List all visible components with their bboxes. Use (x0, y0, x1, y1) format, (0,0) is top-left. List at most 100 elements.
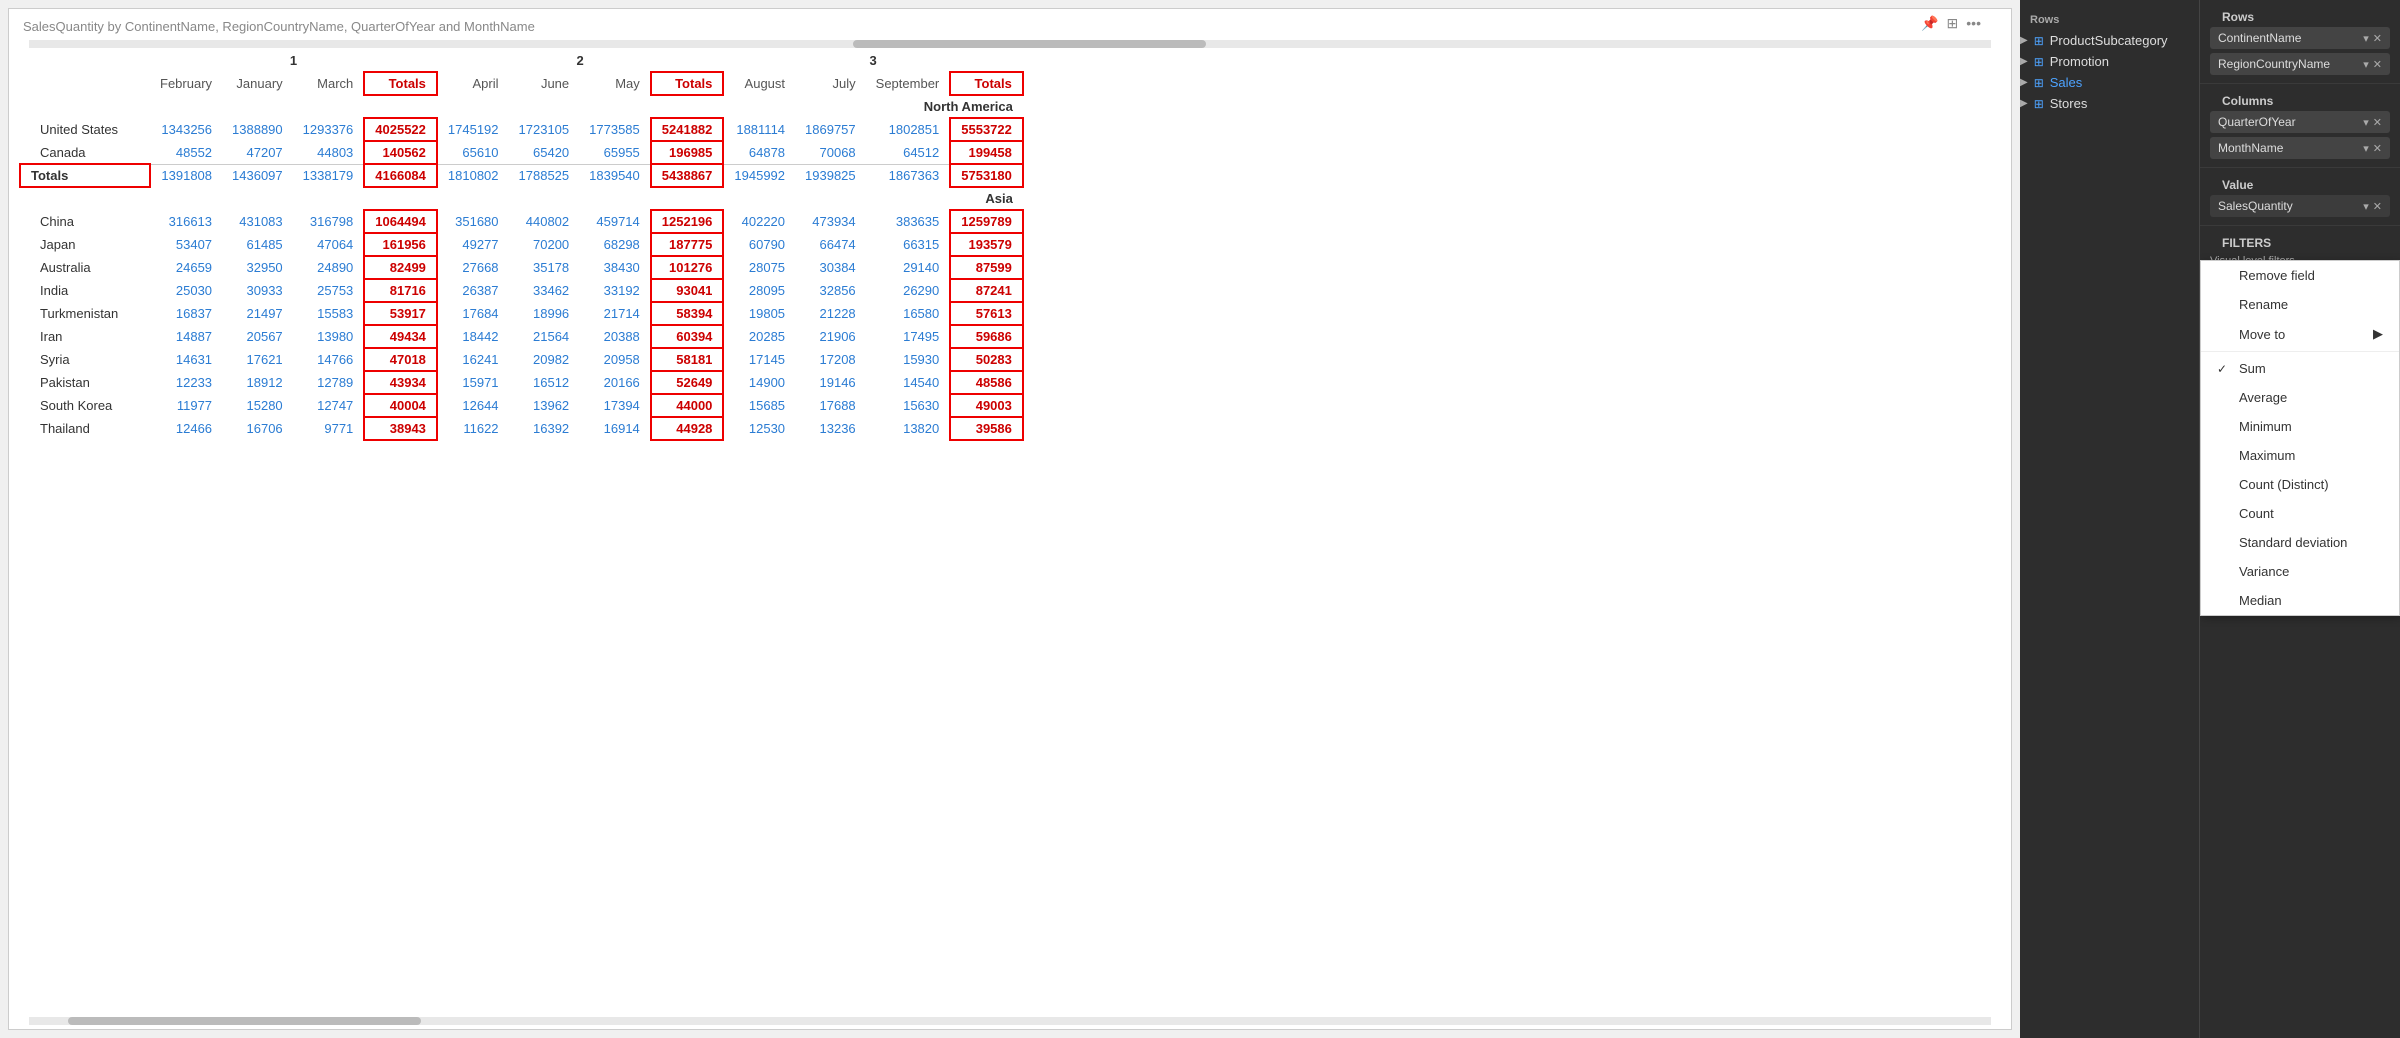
quarter-remove-icon[interactable]: ✕ (2373, 116, 2382, 129)
table-row: Turkmenistan1683721497155835391717684189… (20, 302, 1023, 325)
cell-q1-1: 431083 (222, 210, 293, 233)
cell-q3-2: 15630 (866, 394, 951, 417)
menu-item-label: Standard deviation (2239, 535, 2347, 550)
menu-item-label: Maximum (2239, 448, 2295, 463)
cell-q1-1: 32950 (222, 256, 293, 279)
quarter-of-year-pill[interactable]: QuarterOfYear ▾ ✕ (2210, 111, 2390, 133)
field-config-panel: Rows ContinentName ▾ ✕ RegionCountryName… (2200, 0, 2400, 1038)
col-may: May (579, 72, 651, 95)
context-menu-item-count[interactable]: Count (2201, 499, 2399, 528)
totals-q2-total: 5438867 (651, 164, 724, 187)
row-label: India (20, 279, 150, 302)
sales-quantity-label: SalesQuantity (2218, 199, 2293, 213)
context-menu-item-remove-field[interactable]: Remove field (2201, 261, 2399, 290)
col-q3-totals: Totals (950, 72, 1023, 95)
cell-q1-total: 81716 (364, 279, 437, 302)
context-menu: Remove field Rename Move to ▶ ✓ Sum Aver… (2200, 260, 2400, 616)
expand-icon[interactable]: ⊞ (1947, 15, 1959, 32)
salesqty-dropdown-icon[interactable]: ▾ (2363, 200, 2369, 213)
menu-item-label: Rename (2239, 297, 2288, 312)
table-row: Australia2465932950248908249927668351783… (20, 256, 1023, 279)
cell-q2-1: 16512 (509, 371, 580, 394)
col-apr: April (437, 72, 509, 95)
region-remove-icon[interactable]: ✕ (2373, 58, 2382, 71)
row-label: Australia (20, 256, 150, 279)
cell-q2-0: 18442 (437, 325, 509, 348)
totals-q1-2: 1338179 (293, 164, 365, 187)
month-name-pill[interactable]: MonthName ▾ ✕ (2210, 137, 2390, 159)
cell-q3-1: 473934 (795, 210, 866, 233)
cell-q3-1: 21228 (795, 302, 866, 325)
cell-q2-total: 5241882 (651, 118, 724, 141)
region-country-pill[interactable]: RegionCountryName ▾ ✕ (2210, 53, 2390, 75)
cell-q1-0: 14887 (150, 325, 222, 348)
continent-remove-icon[interactable]: ✕ (2373, 32, 2382, 45)
menu-item-label: Sum (2239, 361, 2266, 376)
cell-q1-2: 14766 (293, 348, 365, 371)
cell-q1-total: 140562 (364, 141, 437, 164)
cell-q2-1: 20982 (509, 348, 580, 371)
region-dropdown-icon[interactable]: ▾ (2363, 58, 2369, 71)
cell-q3-total: 57613 (950, 302, 1023, 325)
cell-q3-total: 49003 (950, 394, 1023, 417)
cell-q3-0: 1881114 (723, 118, 795, 141)
tree-item-stores[interactable]: ▶ ⊞ Stores (2020, 93, 2199, 114)
context-menu-item-minimum[interactable]: Minimum (2201, 412, 2399, 441)
continent-dropdown-icon[interactable]: ▾ (2363, 32, 2369, 45)
totals-q3-2: 1867363 (866, 164, 951, 187)
table-icon: ⊞ (2034, 34, 2044, 48)
cell-q2-0: 15971 (437, 371, 509, 394)
cell-q2-1: 16392 (509, 417, 580, 440)
continent-name-pill[interactable]: ContinentName ▾ ✕ (2210, 27, 2390, 49)
col-q1-totals: Totals (364, 72, 437, 95)
table-icon: ⊞ (2034, 76, 2044, 90)
cell-q2-2: 21714 (579, 302, 651, 325)
context-menu-item-standard-deviation[interactable]: Standard deviation (2201, 528, 2399, 557)
context-menu-item-rename[interactable]: Rename (2201, 290, 2399, 319)
cell-q3-total: 5553722 (950, 118, 1023, 141)
tree-item-promotion[interactable]: ▶ ⊞ Promotion (2020, 51, 2199, 72)
cell-q3-total: 193579 (950, 233, 1023, 256)
context-menu-item-median[interactable]: Median (2201, 586, 2399, 615)
cell-q1-total: 40004 (364, 394, 437, 417)
cell-q3-total: 87599 (950, 256, 1023, 279)
row-label: Pakistan (20, 371, 150, 394)
cell-q2-2: 17394 (579, 394, 651, 417)
context-menu-item-average[interactable]: Average (2201, 383, 2399, 412)
cell-q1-2: 316798 (293, 210, 365, 233)
section-label-1: Asia (20, 187, 1023, 210)
more-icon[interactable]: ••• (1966, 15, 1981, 32)
cell-q2-0: 351680 (437, 210, 509, 233)
cell-q1-0: 12233 (150, 371, 222, 394)
tree-item-sales[interactable]: ▶ ⊞ Sales (2020, 72, 2199, 93)
salesqty-remove-icon[interactable]: ✕ (2373, 200, 2382, 213)
table-row: Japan53407614854706416195649277702006829… (20, 233, 1023, 256)
context-menu-item-variance[interactable]: Variance (2201, 557, 2399, 586)
quarter-dropdown-icon[interactable]: ▾ (2363, 116, 2369, 129)
cell-q2-0: 1745192 (437, 118, 509, 141)
menu-item-label: Average (2239, 390, 2287, 405)
cell-q1-0: 16837 (150, 302, 222, 325)
continent-name-label: ContinentName (2218, 31, 2301, 45)
table-container[interactable]: 1 2 3 February January March Totals Apri… (9, 50, 2011, 1015)
context-menu-item-sum[interactable]: ✓ Sum (2201, 354, 2399, 383)
cell-q2-total: 1252196 (651, 210, 724, 233)
cell-q1-0: 12466 (150, 417, 222, 440)
sales-quantity-pill[interactable]: SalesQuantity ▾ ✕ (2210, 195, 2390, 217)
table-row: India25030309332575381716263873346233192… (20, 279, 1023, 302)
month-dropdown-icon[interactable]: ▾ (2363, 142, 2369, 155)
table-icon: ⊞ (2034, 97, 2044, 111)
cell-q3-2: 26290 (866, 279, 951, 302)
cell-q1-total: 82499 (364, 256, 437, 279)
month-remove-icon[interactable]: ✕ (2373, 142, 2382, 155)
context-menu-item-move-to[interactable]: Move to ▶ (2201, 319, 2399, 349)
tree-item-productsubcategory[interactable]: ▶ ⊞ ProductSubcategory (2020, 30, 2199, 51)
totals-label: Totals (20, 164, 150, 187)
context-menu-item-count-(distinct)[interactable]: Count (Distinct) (2201, 470, 2399, 499)
table-row: Canada4855247207448031405626561065420659… (20, 141, 1023, 164)
row-label: United States (20, 118, 150, 141)
col-jul: July (795, 72, 866, 95)
cell-q3-2: 16580 (866, 302, 951, 325)
context-menu-item-maximum[interactable]: Maximum (2201, 441, 2399, 470)
pin-icon[interactable]: 📌 (1921, 15, 1938, 32)
